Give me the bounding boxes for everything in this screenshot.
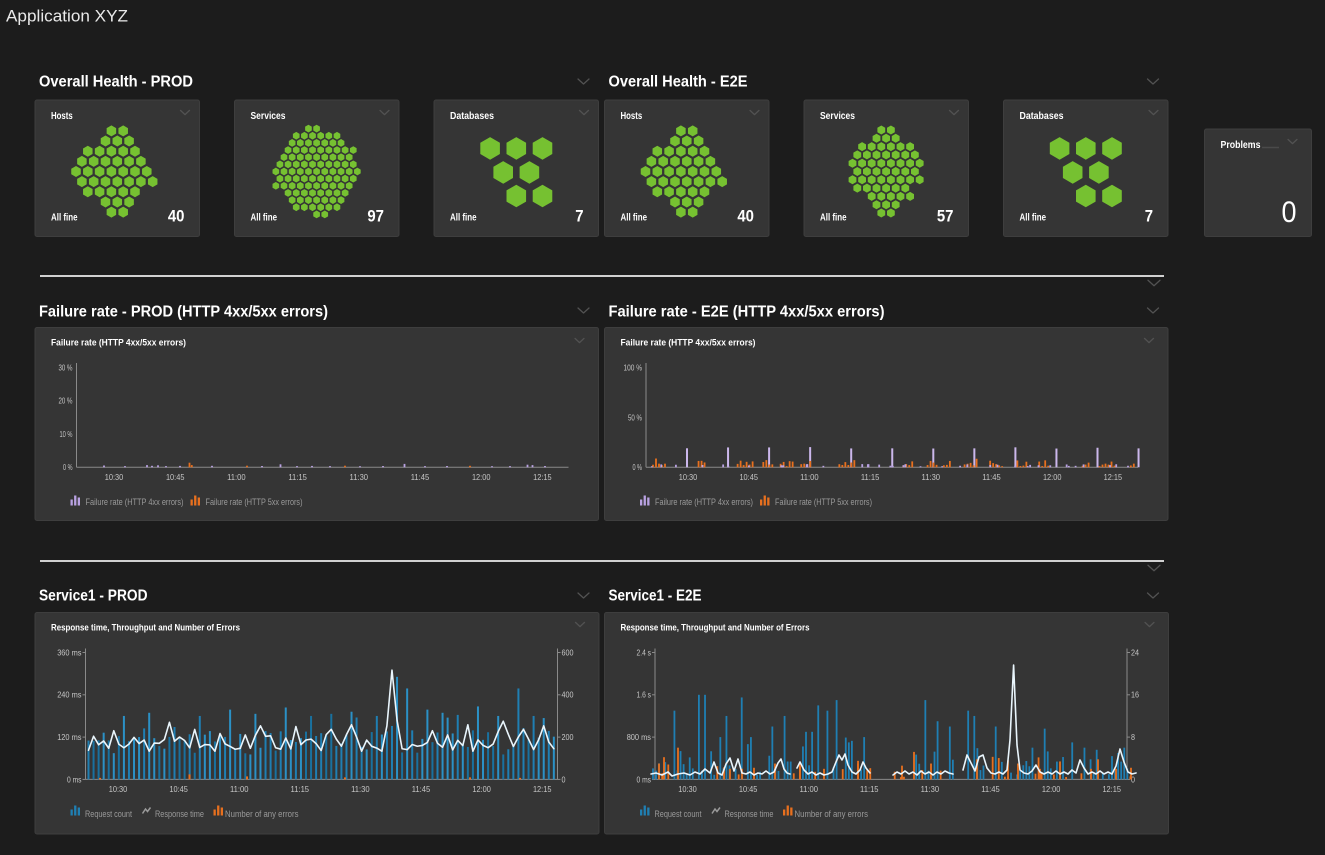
svg-text:20 %: 20 %	[59, 397, 73, 406]
svg-text:200: 200	[562, 733, 574, 742]
svg-text:12:00: 12:00	[472, 473, 491, 482]
svg-text:Databases: Databases	[1020, 111, 1064, 122]
svg-text:16: 16	[1131, 691, 1139, 700]
svg-text:0 ms: 0 ms	[67, 775, 82, 784]
svg-text:10:30: 10:30	[105, 473, 124, 482]
svg-text:0 ms: 0 ms	[637, 775, 652, 784]
svg-text:40: 40	[168, 207, 185, 226]
svg-text:11:30: 11:30	[351, 785, 370, 794]
svg-text:Services: Services	[251, 111, 286, 122]
svg-text:Failure rate - E2E (HTTP 4xx/5: Failure rate - E2E (HTTP 4xx/5xx errors)	[609, 304, 885, 321]
svg-text:Response time: Response time	[155, 809, 204, 819]
svg-text:24: 24	[1131, 648, 1139, 657]
svg-text:600: 600	[562, 648, 574, 657]
svg-text:Overall Health - PROD: Overall Health - PROD	[39, 74, 193, 91]
svg-text:Service1 - PROD: Service1 - PROD	[39, 588, 148, 605]
svg-text:Failure rate (HTTP 4xx errors): Failure rate (HTTP 4xx errors)	[655, 497, 753, 507]
svg-text:Request count: Request count	[85, 809, 132, 819]
svg-text:11:30: 11:30	[921, 785, 940, 794]
svg-text:800 ms: 800 ms	[627, 733, 651, 742]
svg-text:All fine: All fine	[51, 213, 78, 224]
svg-text:40: 40	[737, 207, 754, 226]
svg-text:All fine: All fine	[621, 213, 648, 224]
svg-text:10:45: 10:45	[739, 785, 758, 794]
svg-text:11:45: 11:45	[411, 473, 430, 482]
svg-text:All fine: All fine	[820, 213, 847, 224]
svg-text:97: 97	[367, 207, 384, 226]
svg-text:Failure rate (HTTP 4xx/5xx err: Failure rate (HTTP 4xx/5xx errors)	[621, 338, 756, 349]
svg-text:Response time, Throughput and: Response time, Throughput and Number of …	[621, 623, 810, 634]
svg-text:Response time: Response time	[725, 809, 774, 819]
svg-text:11:45: 11:45	[982, 473, 1001, 482]
svg-text:10:30: 10:30	[679, 473, 698, 482]
svg-text:100 %: 100 %	[624, 363, 643, 372]
svg-text:57: 57	[937, 207, 954, 226]
svg-text:0 %: 0 %	[633, 463, 643, 472]
svg-text:11:30: 11:30	[922, 473, 941, 482]
svg-text:Failure rate (HTTP 4xx errors): Failure rate (HTTP 4xx errors)	[86, 497, 184, 507]
svg-text:12:15: 12:15	[533, 473, 552, 482]
svg-text:Application XYZ: Application XYZ	[6, 7, 128, 26]
svg-text:12:00: 12:00	[472, 785, 491, 794]
svg-text:Failure rate (HTTP 4xx/5xx err: Failure rate (HTTP 4xx/5xx errors)	[51, 338, 186, 349]
svg-text:Overall Health - E2E: Overall Health - E2E	[609, 74, 748, 91]
svg-text:All fine: All fine	[251, 213, 278, 224]
svg-text:0 %: 0 %	[63, 463, 73, 472]
svg-text:30 %: 30 %	[59, 363, 73, 372]
svg-text:12:00: 12:00	[1042, 785, 1061, 794]
svg-text:7: 7	[1145, 207, 1153, 226]
svg-text:11:15: 11:15	[288, 473, 307, 482]
svg-text:400: 400	[562, 691, 574, 700]
svg-text:10:45: 10:45	[169, 785, 188, 794]
svg-text:11:15: 11:15	[860, 785, 879, 794]
svg-text:1.6 s: 1.6 s	[637, 691, 652, 700]
svg-text:240 ms: 240 ms	[57, 691, 81, 700]
svg-text:7: 7	[575, 207, 583, 226]
svg-text:Problems: Problems	[1221, 140, 1261, 151]
svg-text:2.4 s: 2.4 s	[637, 648, 652, 657]
svg-text:11:15: 11:15	[861, 473, 880, 482]
svg-text:11:00: 11:00	[799, 785, 818, 794]
svg-text:Failure rate - PROD (HTTP 4xx/: Failure rate - PROD (HTTP 4xx/5xx errors…	[39, 304, 328, 321]
svg-text:12:00: 12:00	[1043, 473, 1062, 482]
svg-text:Hosts: Hosts	[621, 111, 643, 122]
svg-text:Number of any errors: Number of any errors	[795, 809, 869, 819]
svg-text:0: 0	[562, 775, 566, 784]
svg-text:0: 0	[1282, 196, 1297, 229]
svg-text:Number of any errors: Number of any errors	[225, 809, 299, 819]
svg-text:Services: Services	[820, 111, 855, 122]
svg-text:Failure rate (HTTP 5xx errors): Failure rate (HTTP 5xx errors)	[206, 497, 303, 507]
svg-text:120 ms: 120 ms	[57, 733, 81, 742]
svg-text:All fine: All fine	[1020, 213, 1047, 224]
svg-text:Service1 - E2E: Service1 - E2E	[609, 588, 702, 605]
svg-text:Request count: Request count	[655, 809, 702, 819]
svg-text:Databases: Databases	[450, 111, 494, 122]
svg-text:10 %: 10 %	[60, 430, 73, 439]
svg-text:10:30: 10:30	[109, 785, 128, 794]
svg-text:11:00: 11:00	[800, 473, 819, 482]
svg-text:8: 8	[1131, 733, 1135, 742]
svg-text:12:15: 12:15	[1104, 473, 1123, 482]
svg-text:11:00: 11:00	[227, 473, 246, 482]
svg-text:11:45: 11:45	[981, 785, 1000, 794]
svg-text:12:15: 12:15	[1102, 785, 1121, 794]
svg-text:10:45: 10:45	[739, 473, 758, 482]
svg-text:Failure rate (HTTP 5xx errors): Failure rate (HTTP 5xx errors)	[775, 497, 872, 507]
svg-text:Hosts: Hosts	[51, 111, 73, 122]
svg-text:11:30: 11:30	[350, 473, 369, 482]
svg-text:Response time, Throughput and: Response time, Throughput and Number of …	[51, 623, 240, 634]
svg-text:11:00: 11:00	[230, 785, 249, 794]
svg-text:11:15: 11:15	[291, 785, 310, 794]
svg-text:12:15: 12:15	[533, 785, 552, 794]
svg-text:10:30: 10:30	[678, 785, 697, 794]
svg-text:All fine: All fine	[450, 213, 477, 224]
svg-text:50 %: 50 %	[628, 413, 642, 422]
svg-text:11:45: 11:45	[412, 785, 431, 794]
svg-text:360 ms: 360 ms	[57, 648, 81, 657]
svg-text:10:45: 10:45	[166, 473, 185, 482]
